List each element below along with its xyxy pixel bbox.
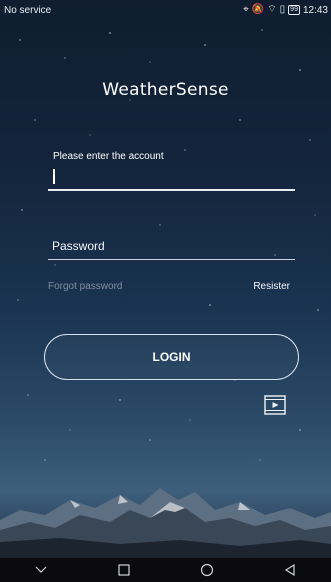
password-input[interactable]: [48, 232, 295, 260]
home-icon[interactable]: [187, 558, 227, 582]
carrier-label: No service: [4, 5, 52, 16]
status-icons: ⌖ 🔕 ⌔ ▯ 99 12:43: [243, 4, 328, 16]
login-screen: No service ⌖ 🔕 ⌔ ▯ 99 12:43 WeatherSense…: [0, 0, 331, 558]
back-chevron-icon[interactable]: [21, 558, 61, 582]
recent-apps-icon[interactable]: [104, 558, 144, 582]
system-nav-bar: [0, 558, 331, 582]
login-button[interactable]: LOGIN: [44, 334, 299, 380]
status-bar: No service ⌖ 🔕 ⌔ ▯ 99 12:43: [0, 0, 331, 22]
battery-icon: 99: [288, 5, 300, 15]
forgot-password-link[interactable]: Forgot password: [48, 281, 122, 292]
sim-icon: ▯: [279, 4, 286, 15]
mute-icon: 🔕: [251, 4, 265, 15]
register-link[interactable]: Resister: [253, 281, 290, 292]
back-icon[interactable]: [270, 558, 310, 582]
text-cursor: [53, 169, 55, 184]
account-input-underline[interactable]: [48, 189, 295, 191]
status-time: 12:43: [302, 4, 328, 16]
mountain-landscape: [0, 488, 331, 558]
app-logo: WeatherSense: [102, 80, 229, 100]
location-icon: ⌖: [243, 4, 249, 15]
wifi-icon: ⌔: [267, 4, 277, 15]
account-placeholder: Please enter the account: [53, 151, 164, 162]
video-play-icon[interactable]: [264, 395, 286, 415]
